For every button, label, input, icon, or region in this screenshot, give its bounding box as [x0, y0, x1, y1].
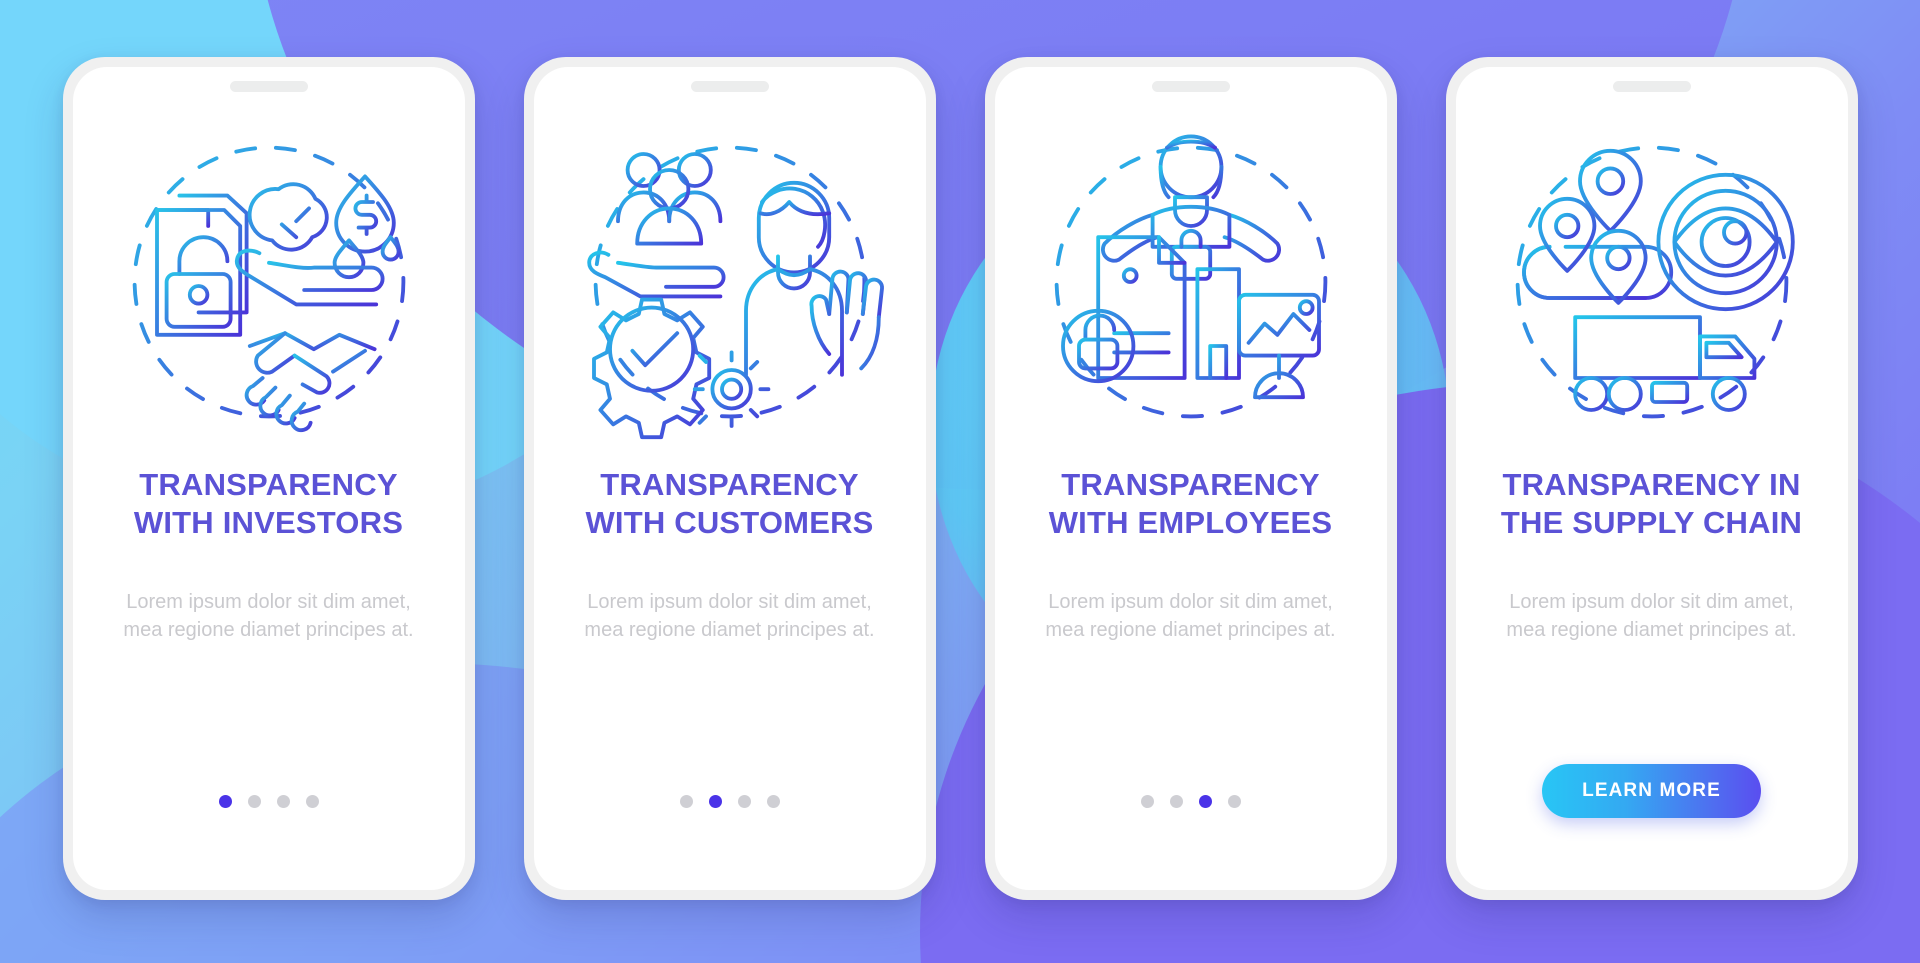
card-title: TRANSPARENCY WITH EMPLOYEES — [1048, 467, 1333, 540]
investors-illustration — [109, 122, 429, 442]
employees-illustration — [1031, 122, 1351, 442]
phone-mockup-supply-chain: TRANSPARENCY IN THE SUPPLY CHAIN Lorem ip… — [1445, 57, 1858, 900]
pagination-dot-2[interactable] — [1169, 795, 1183, 808]
pagination-dots — [679, 795, 780, 808]
card-body-text: Lorem ipsum dolor sit dim amet, mea regi… — [123, 591, 414, 641]
phone-screen-investors: TRANSPARENCY WITH INVESTORS Lorem ipsum d… — [72, 67, 465, 890]
pagination-dot-1[interactable] — [679, 795, 693, 808]
customers-illustration — [570, 122, 890, 442]
phone-screen-supply-chain: TRANSPARENCY IN THE SUPPLY CHAIN Lorem ip… — [1455, 67, 1848, 890]
pagination-dot-3[interactable] — [276, 795, 290, 808]
pagination-dot-3[interactable] — [737, 795, 751, 808]
pagination-dot-2-active[interactable] — [708, 795, 722, 808]
phone-speaker-bar — [1612, 81, 1691, 92]
learn-more-button[interactable]: LEARN MORE — [1542, 764, 1761, 818]
supply-chain-illustration — [1492, 122, 1812, 442]
pagination-dot-4[interactable] — [1227, 795, 1241, 808]
card-body-text: Lorem ipsum dolor sit dim amet, mea regi… — [1506, 591, 1797, 641]
card-body-text: Lorem ipsum dolor sit dim amet, mea regi… — [1045, 591, 1336, 641]
pagination-dot-4[interactable] — [305, 795, 319, 808]
pagination-dot-4[interactable] — [766, 795, 780, 808]
card-title: TRANSPARENCY IN THE SUPPLY CHAIN — [1500, 467, 1803, 540]
pagination-dots — [218, 795, 319, 808]
pagination-dot-3-active[interactable] — [1198, 795, 1212, 808]
pagination-dots — [1140, 795, 1241, 808]
phone-screen-employees: TRANSPARENCY WITH EMPLOYEES Lorem ipsum d… — [994, 67, 1387, 890]
phone-speaker-bar — [690, 81, 769, 92]
phone-mockup-employees: TRANSPARENCY WITH EMPLOYEES Lorem ipsum d… — [984, 57, 1397, 900]
phone-screen-customers: TRANSPARENCY WITH CUSTOMERS Lorem ipsum d… — [533, 67, 926, 890]
card-body-text: Lorem ipsum dolor sit dim amet, mea regi… — [584, 591, 875, 641]
card-title: TRANSPARENCY WITH INVESTORS — [133, 467, 404, 540]
card-title: TRANSPARENCY WITH CUSTOMERS — [585, 467, 874, 540]
pagination-dot-2[interactable] — [247, 795, 261, 808]
phone-mockup-customers: TRANSPARENCY WITH CUSTOMERS Lorem ipsum d… — [523, 57, 936, 900]
phone-speaker-bar — [229, 81, 308, 92]
phone-mockup-investors: TRANSPARENCY WITH INVESTORS Lorem ipsum d… — [62, 57, 475, 900]
phone-speaker-bar — [1151, 81, 1230, 92]
onboarding-screens-row: TRANSPARENCY WITH INVESTORS Lorem ipsum d… — [0, 0, 1920, 900]
pagination-dot-1-active[interactable] — [218, 795, 232, 808]
pagination-dot-1[interactable] — [1140, 795, 1154, 808]
